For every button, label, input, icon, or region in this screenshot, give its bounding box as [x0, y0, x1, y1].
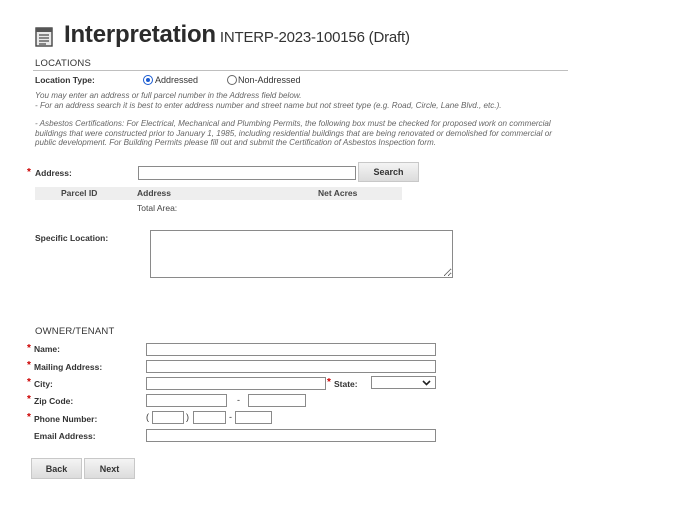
radio-non-addressed[interactable]	[227, 75, 237, 85]
page-title-text: Interpretation	[64, 21, 216, 48]
location-type-label: Location Type:	[35, 75, 95, 85]
name-label: Name:	[34, 344, 60, 354]
locations-section-title: LOCATIONS	[35, 58, 91, 69]
required-marker: *	[27, 167, 31, 178]
total-area-label: Total Area:	[137, 203, 178, 213]
search-button[interactable]: Search	[358, 162, 419, 182]
radio-addressed-label[interactable]: Addressed	[155, 75, 198, 85]
required-marker: *	[27, 394, 31, 405]
column-address: Address	[137, 188, 172, 198]
required-marker: *	[27, 377, 31, 388]
mailing-address-input[interactable]	[146, 360, 436, 373]
phone-number-label: Phone Number:	[34, 414, 98, 424]
email-address-input[interactable]	[146, 429, 436, 442]
phone-prefix-input[interactable]	[193, 411, 226, 424]
zip-separator: -	[237, 395, 240, 405]
city-input[interactable]	[146, 377, 326, 390]
back-button[interactable]: Back	[31, 458, 82, 479]
state-label: State:	[334, 379, 358, 389]
address-input[interactable]	[138, 166, 356, 180]
phone-close-paren: )	[186, 412, 189, 422]
required-marker: *	[327, 377, 331, 388]
city-label: City:	[34, 379, 53, 389]
specific-location-label: Specific Location:	[35, 233, 109, 243]
name-input[interactable]	[146, 343, 436, 356]
phone-line-input[interactable]	[235, 411, 272, 424]
state-select[interactable]	[371, 376, 436, 389]
phone-separator: -	[229, 412, 232, 422]
column-net-acres: Net Acres	[318, 188, 358, 198]
page-title: Interpretation INTERP-2023-100156 (Draft)	[64, 21, 410, 49]
help-asbestos: - Asbestos Certifications: For Electrica…	[35, 119, 552, 148]
help-line-1: You may enter an address or full parcel …	[35, 91, 302, 100]
column-parcel-id: Parcel ID	[61, 188, 98, 198]
zip-code-label: Zip Code:	[34, 396, 74, 406]
phone-open-paren: (	[146, 412, 149, 422]
radio-addressed[interactable]	[143, 75, 153, 85]
address-label: Address:	[35, 168, 72, 178]
parcel-table-header: Parcel ID Address Net Acres	[35, 187, 402, 200]
locations-divider	[33, 70, 568, 71]
email-address-label: Email Address:	[34, 431, 96, 441]
phone-area-code-input[interactable]	[152, 411, 184, 424]
record-number: INTERP-2023-100156 (Draft)	[219, 29, 410, 46]
chevron-down-icon	[422, 380, 431, 386]
help-line-2: - For an address search it is best to en…	[35, 100, 502, 110]
help-text: You may enter an address or full parcel …	[35, 91, 575, 148]
required-marker: *	[27, 343, 31, 354]
specific-location-textarea[interactable]	[150, 230, 453, 278]
radio-non-addressed-label[interactable]: Non-Addressed	[238, 75, 301, 85]
owner-section-title: OWNER/TENANT	[35, 326, 115, 337]
required-marker: *	[27, 360, 31, 371]
zip-code-input[interactable]	[146, 394, 227, 407]
mailing-address-label: Mailing Address:	[34, 362, 103, 372]
document-icon	[35, 27, 53, 47]
next-button[interactable]: Next	[84, 458, 135, 479]
required-marker: *	[27, 412, 31, 423]
zip-extension-input[interactable]	[248, 394, 306, 407]
